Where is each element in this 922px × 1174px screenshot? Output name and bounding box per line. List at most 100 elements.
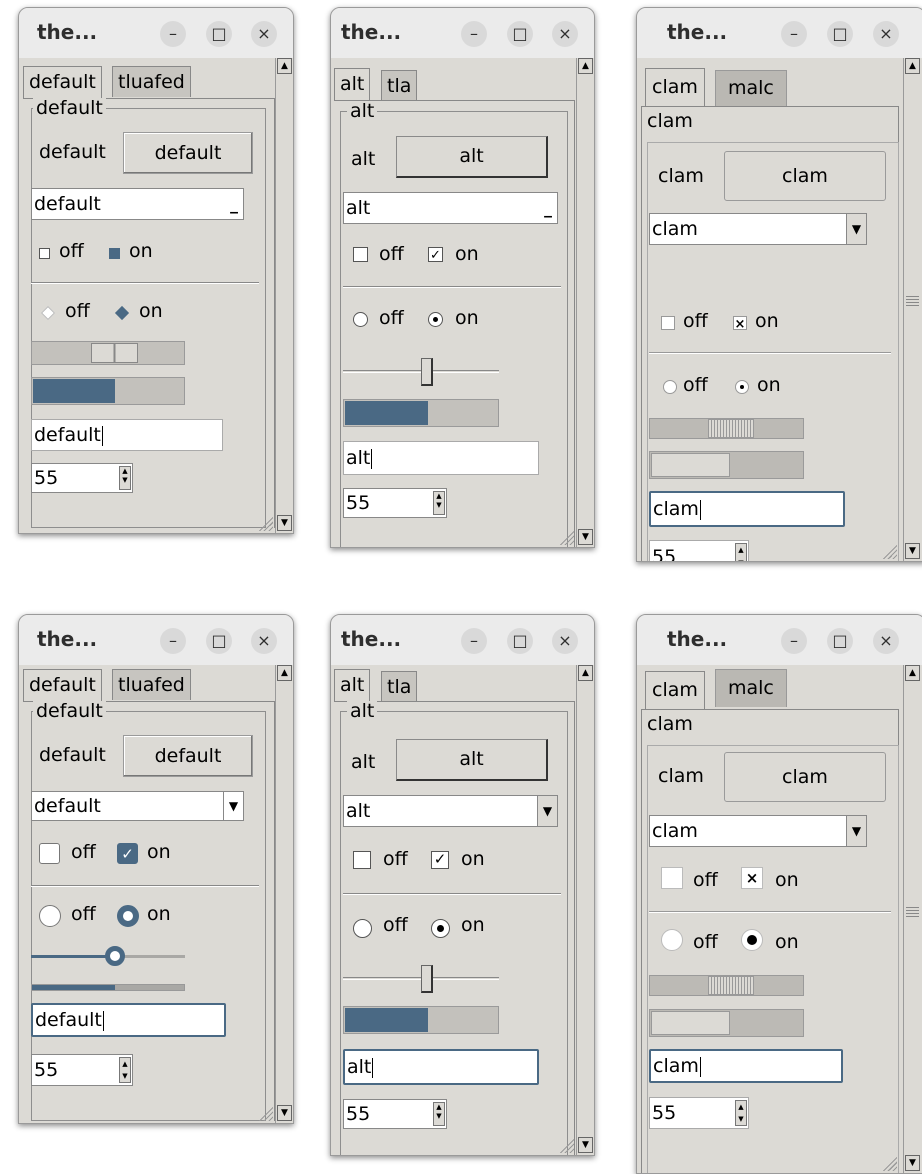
scroll-up-icon[interactable]: ▲	[905, 665, 920, 681]
radio-on[interactable]	[117, 905, 139, 927]
scale-slider[interactable]	[421, 965, 433, 993]
combobox[interactable]: alt ▁	[343, 192, 558, 224]
chevron-down-icon[interactable]: ▼	[846, 816, 866, 846]
titlebar[interactable]: the... – □ ×	[331, 615, 594, 665]
combobox[interactable]: default ▁	[31, 188, 244, 220]
radio-on[interactable]	[741, 929, 763, 951]
scale-slider[interactable]	[708, 976, 754, 995]
scroll-down-icon[interactable]: ▼	[277, 1105, 292, 1121]
spin-arrows-icon[interactable]: ▲▼	[735, 1100, 747, 1126]
scale-slider[interactable]	[91, 343, 138, 363]
vertical-scrollbar[interactable]: ▲ ▼	[576, 58, 594, 547]
entry-field[interactable]: default	[31, 419, 223, 451]
push-button[interactable]: default	[123, 132, 253, 174]
push-button[interactable]: default	[123, 735, 253, 777]
tab-alt[interactable]: alt	[334, 68, 371, 101]
scroll-up-icon[interactable]: ▲	[905, 58, 920, 74]
scroll-up-icon[interactable]: ▲	[277, 58, 292, 74]
size-grip-icon[interactable]	[257, 1105, 273, 1121]
minimize-button[interactable]: –	[781, 628, 807, 654]
radio-off[interactable]	[39, 905, 61, 927]
combobox[interactable]: clam ▼	[649, 815, 867, 847]
close-button[interactable]: ×	[251, 21, 277, 47]
size-grip-icon[interactable]	[558, 1137, 574, 1153]
radio-on[interactable]	[735, 380, 749, 394]
radio-off[interactable]	[353, 312, 368, 327]
scrollbar-grip[interactable]	[906, 294, 919, 308]
checkbox-off[interactable]	[661, 316, 675, 330]
tab-tla[interactable]: tla	[381, 70, 418, 101]
size-grip-icon[interactable]	[881, 543, 897, 559]
scroll-up-icon[interactable]: ▲	[277, 665, 292, 681]
scroll-down-icon[interactable]: ▼	[578, 1137, 593, 1153]
scroll-down-icon[interactable]: ▼	[578, 529, 593, 545]
checkbox-on[interactable]: ✓	[431, 851, 449, 869]
radio-on[interactable]	[431, 919, 450, 938]
combobox[interactable]: default ▼	[31, 791, 244, 821]
vertical-scrollbar[interactable]: ▲ ▼	[903, 665, 921, 1173]
tab-alt[interactable]: alt	[334, 669, 371, 702]
chevron-down-icon[interactable]: ▼	[223, 792, 243, 820]
maximize-button[interactable]: □	[206, 21, 232, 47]
vertical-scrollbar[interactable]: ▲ ▼	[903, 58, 921, 561]
checkbox-off[interactable]	[353, 247, 368, 262]
scrollbar-grip[interactable]	[906, 905, 919, 919]
close-button[interactable]: ×	[873, 21, 899, 47]
spinbox[interactable]: 55 ▲▼	[343, 1099, 447, 1129]
spin-arrows-icon[interactable]: ▲▼	[735, 543, 747, 561]
scroll-up-icon[interactable]: ▲	[578, 665, 593, 681]
entry-field[interactable]: alt	[343, 1049, 539, 1085]
tab-default[interactable]: default	[23, 669, 102, 702]
close-button[interactable]: ×	[552, 628, 578, 654]
spin-arrows-icon[interactable]: ▲▼	[433, 1102, 445, 1126]
minimize-button[interactable]: –	[160, 21, 186, 47]
maximize-button[interactable]: □	[507, 628, 533, 654]
close-button[interactable]: ×	[552, 21, 578, 47]
scale[interactable]	[343, 358, 499, 388]
push-button[interactable]: alt	[396, 136, 548, 178]
combobox[interactable]: alt ▼	[343, 795, 558, 827]
scale-slider[interactable]	[708, 419, 754, 438]
size-grip-icon[interactable]	[881, 1155, 897, 1171]
entry-field[interactable]: alt	[343, 441, 539, 475]
minimize-button[interactable]: –	[160, 628, 186, 654]
tab-tluafed[interactable]: tluafed	[112, 66, 191, 97]
push-button[interactable]: alt	[396, 739, 548, 781]
tab-tluafed[interactable]: tluafed	[112, 669, 191, 700]
close-button[interactable]: ×	[873, 628, 899, 654]
maximize-button[interactable]: □	[827, 628, 853, 654]
checkbox-on[interactable]: ✓	[117, 843, 138, 864]
chevron-down-icon[interactable]: ▁	[225, 189, 243, 219]
scale[interactable]	[31, 341, 185, 365]
spin-arrows-icon[interactable]: ▲▼	[119, 1057, 131, 1083]
spin-arrows-icon[interactable]: ▲▼	[119, 466, 131, 490]
radio-on[interactable]	[428, 312, 443, 327]
titlebar[interactable]: the... – □ ×	[637, 615, 922, 665]
tab-tla[interactable]: tla	[381, 671, 418, 702]
tab-default[interactable]: default	[23, 66, 102, 99]
scale[interactable]	[343, 965, 499, 995]
checkbox-on[interactable]: ✓	[428, 247, 443, 263]
scale-slider[interactable]	[421, 358, 433, 386]
scroll-up-icon[interactable]: ▲	[578, 58, 593, 74]
spin-arrows-icon[interactable]: ▲▼	[433, 491, 445, 515]
maximize-button[interactable]: □	[206, 628, 232, 654]
scroll-down-icon[interactable]: ▼	[905, 1155, 920, 1171]
checkbox-off[interactable]	[661, 867, 683, 889]
checkbox-on[interactable]	[109, 248, 120, 259]
spinbox[interactable]: 55 ▲▼	[31, 463, 133, 493]
chevron-down-icon[interactable]: ▁	[539, 193, 557, 223]
size-grip-icon[interactable]	[558, 529, 574, 545]
minimize-button[interactable]: –	[461, 21, 487, 47]
entry-field[interactable]: default	[31, 1003, 226, 1037]
minimize-button[interactable]: –	[781, 21, 807, 47]
checkbox-off[interactable]	[39, 843, 60, 864]
vertical-scrollbar[interactable]: ▲ ▼	[275, 58, 293, 533]
chevron-down-icon[interactable]: ▼	[846, 214, 866, 244]
close-button[interactable]: ×	[251, 628, 277, 654]
vertical-scrollbar[interactable]: ▲ ▼	[576, 665, 594, 1155]
scale[interactable]	[649, 418, 804, 439]
scale[interactable]	[649, 975, 804, 996]
titlebar[interactable]: the... – □ ×	[331, 8, 594, 58]
checkbox-on[interactable]: ×	[741, 867, 763, 889]
